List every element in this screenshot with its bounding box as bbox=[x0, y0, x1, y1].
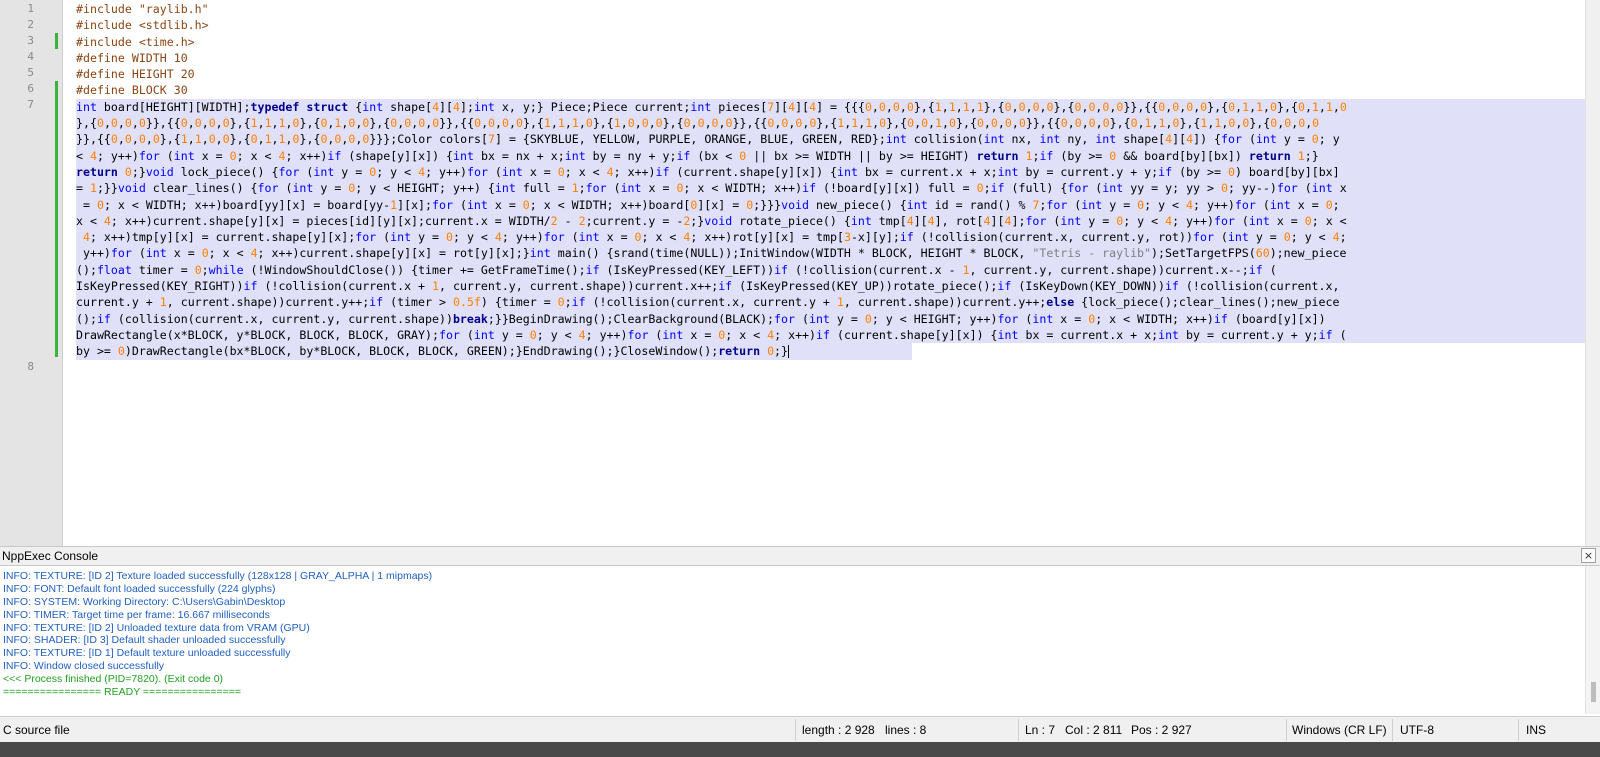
line-position: Ln : 7 bbox=[1025, 723, 1056, 737]
console-line: ================ READY ================ bbox=[3, 686, 242, 699]
console-line: INFO: SHADER: [ID 3] Default shader unlo… bbox=[3, 634, 286, 647]
wrapped-line: DrawRectangle(x*BLOCK, y*BLOCK, BLOCK, B… bbox=[76, 326, 1596, 344]
wrapped-line: = 1;}}void clear_lines() {for (int y = 0… bbox=[76, 180, 1596, 197]
eol-format[interactable]: Windows (CR LF) bbox=[1292, 723, 1387, 737]
line-number: 3 bbox=[27, 34, 34, 47]
line-number: 4 bbox=[27, 50, 34, 63]
lines-info: lines : 8 bbox=[885, 723, 927, 737]
code-line-5: #define HEIGHT 20 bbox=[76, 67, 195, 82]
wrapped-line: return 0;}void lock_piece() {for (int y … bbox=[76, 163, 1596, 181]
editor-scrollbar[interactable] bbox=[1585, 0, 1600, 550]
console-header: NppExec Console × bbox=[0, 546, 1600, 566]
console-line: INFO: TEXTURE: [ID 2] Texture loaded suc… bbox=[3, 570, 433, 582]
console-line: INFO: TEXTURE: [ID 1] Default texture un… bbox=[3, 647, 291, 660]
file-type: C source file bbox=[3, 723, 70, 737]
column-position: Col : 2 811 bbox=[1065, 723, 1123, 737]
insert-mode[interactable]: INS bbox=[1526, 723, 1546, 737]
console-line: INFO: FONT: Default font loaded successf… bbox=[3, 582, 276, 595]
console-line: INFO: Window closed successfully bbox=[3, 660, 165, 673]
line-number: 8 bbox=[27, 360, 34, 373]
code-line-6: #define BLOCK 30 bbox=[76, 83, 188, 98]
console-line: INFO: SYSTEM: Working Directory: C:\User… bbox=[3, 595, 286, 608]
encoding[interactable]: UTF-8 bbox=[1400, 723, 1434, 737]
wrapped-line: int board[HEIGHT][WIDTH];typedef struct … bbox=[76, 98, 1596, 116]
divider bbox=[1286, 719, 1287, 741]
code-line-3: #include <time.h> bbox=[76, 34, 195, 49]
wrapped-line: }},{{0,0,0,0},{1,1,0,0},{0,1,1,0},{0,0,0… bbox=[76, 131, 1596, 148]
wrapped-line: by >= 0)DrawRectangle(bx*BLOCK, by*BLOCK… bbox=[76, 343, 912, 360]
line-number: 6 bbox=[27, 82, 34, 95]
code-line-4: #define WIDTH 10 bbox=[76, 50, 188, 65]
length-info: length : 2 928 bbox=[802, 723, 875, 737]
console-line: <<< Process finished (PID=7820). (Exit c… bbox=[3, 673, 224, 686]
wrapped-line: = 0; x < WIDTH; x++)board[yy][x] = board… bbox=[76, 196, 1596, 213]
character-position: Pos : 2 927 bbox=[1131, 723, 1192, 737]
console-scrollbar[interactable] bbox=[1585, 566, 1600, 714]
close-icon[interactable]: × bbox=[1581, 548, 1596, 563]
scrollbar-thumb[interactable] bbox=[1591, 682, 1596, 702]
line-number: 1 bbox=[27, 2, 34, 15]
wrapped-line: current.y + 1, current.shape))current.y+… bbox=[76, 294, 1596, 311]
wrapped-line: y++)for (int x = 0; x < 4; x++)current.s… bbox=[76, 245, 1596, 262]
line-number: 2 bbox=[27, 18, 34, 31]
status-bar: C source file length : 2 928 lines : 8 L… bbox=[0, 716, 1600, 743]
wrapped-line: IsKeyPressed(KEY_RIGHT))if (!collision(c… bbox=[76, 278, 1596, 295]
text-caret bbox=[788, 345, 790, 359]
change-marker bbox=[55, 81, 58, 357]
code-text[interactable]: #include "raylib.h" #include <stdlib.h> … bbox=[76, 1, 1596, 360]
code-editor[interactable]: 1 2 3 4 5 6 7 8 #include "raylib.h" #inc… bbox=[0, 0, 1600, 551]
console-title: NppExec Console bbox=[2, 549, 99, 563]
code-line-1: #include "raylib.h" bbox=[76, 2, 209, 16]
wrapped-line: 4; x++)tmp[y][x] = current.shape[y][x];f… bbox=[76, 229, 1596, 246]
line-number-gutter: 1 2 3 4 5 6 7 8 bbox=[0, 0, 63, 550]
wrapped-line: < 4; y++)for (int x = 0; x < 4; x++)if (… bbox=[76, 147, 1596, 164]
console-line: INFO: TEXTURE: [ID 2] Unloaded texture d… bbox=[3, 621, 310, 634]
wrapped-line: },{0,0,0,0}},{{0,0,0,0},{1,1,1,0},{0,1,0… bbox=[76, 115, 1596, 132]
divider bbox=[1018, 719, 1019, 741]
divider bbox=[1518, 719, 1519, 741]
divider bbox=[795, 719, 796, 741]
wrapped-line: ();if (collision(current.x, current.y, c… bbox=[76, 310, 1596, 327]
console-line: INFO: TIMER: Target time per frame: 16.6… bbox=[3, 608, 270, 621]
wrapped-line: x < 4; x++)current.shape[y][x] = pieces[… bbox=[76, 212, 1596, 230]
divider bbox=[1392, 719, 1393, 741]
window-bottom-edge bbox=[0, 742, 1600, 757]
line-number: 5 bbox=[27, 66, 34, 79]
wrapped-line: ();float timer = 0;while (!WindowShouldC… bbox=[76, 261, 1596, 279]
line-number: 7 bbox=[27, 98, 34, 111]
code-line-2: #include <stdlib.h> bbox=[76, 18, 209, 33]
console-output[interactable]: INFO: TEXTURE: [ID 2] Texture loaded suc… bbox=[0, 566, 1600, 714]
code-line-7: int board[HEIGHT][WIDTH];typedef struct … bbox=[76, 98, 1596, 360]
change-marker bbox=[55, 33, 58, 49]
